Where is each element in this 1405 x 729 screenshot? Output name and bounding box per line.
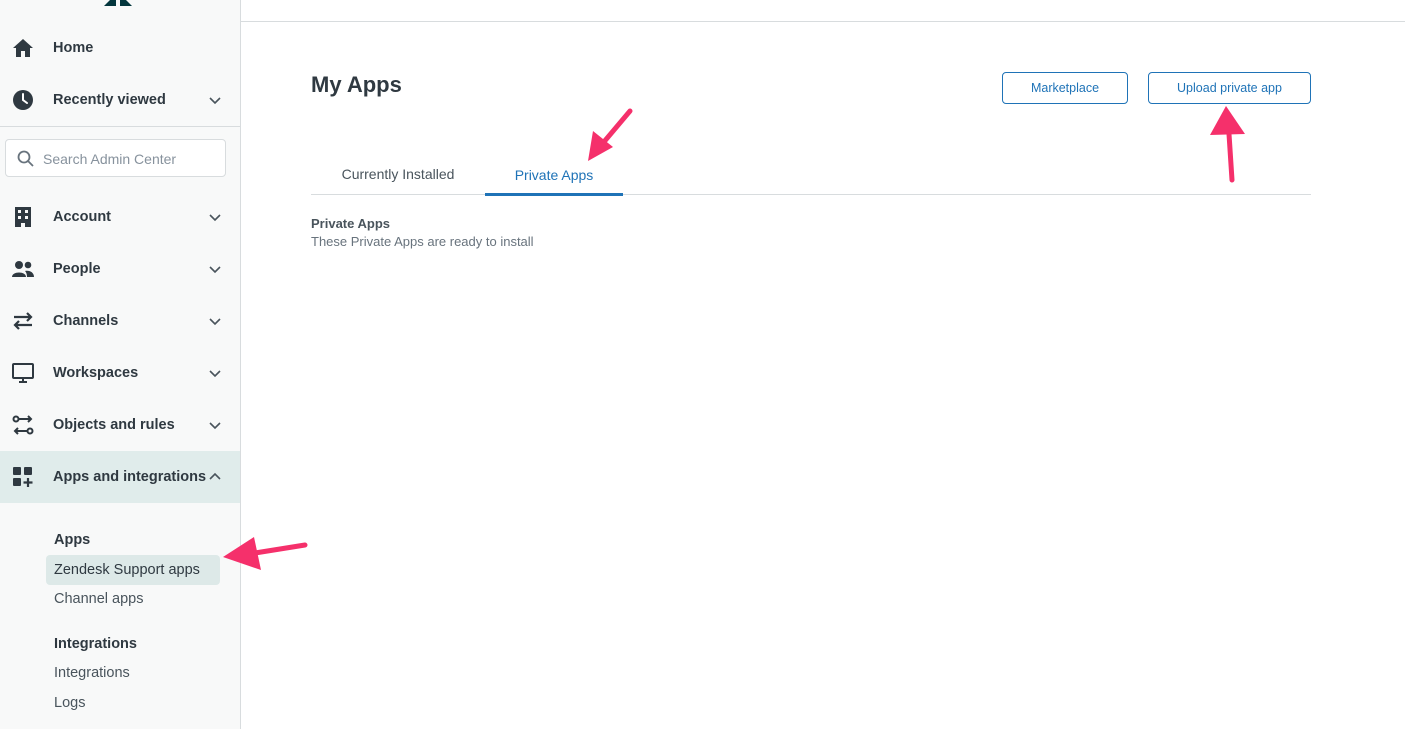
top-bar xyxy=(241,0,1405,22)
nav-item-account[interactable]: Account xyxy=(0,191,240,243)
apps-grid-icon xyxy=(13,467,33,487)
building-icon xyxy=(15,207,31,227)
chevron-up-icon xyxy=(209,472,221,480)
chevron-down-icon xyxy=(209,422,221,430)
arrows-exchange-icon xyxy=(13,312,33,330)
sidebar-divider xyxy=(0,126,240,127)
nav-item-workspaces[interactable]: Workspaces xyxy=(0,347,240,399)
nav-item-label: Workspaces xyxy=(53,365,139,381)
chevron-down-icon xyxy=(209,266,221,274)
sidebar-item-label: Zendesk Support apps xyxy=(54,562,200,578)
integrations-subheading: Integrations xyxy=(54,636,137,652)
page-title: My Apps xyxy=(311,72,402,97)
nav-item-label: People xyxy=(53,261,101,277)
chevron-down-icon xyxy=(209,318,221,326)
sidebar-item-zendesk-support-apps[interactable]: Zendesk Support apps xyxy=(46,555,220,585)
sidebar-item-logs[interactable]: Logs xyxy=(54,695,85,711)
apps-subheading: Apps xyxy=(54,532,91,548)
nav-item-label: Recently viewed xyxy=(53,92,166,108)
nav-item-people[interactable]: People xyxy=(0,243,240,295)
clock-icon xyxy=(13,90,33,110)
home-icon xyxy=(13,39,33,57)
nav-item-label: Apps and integrations xyxy=(53,469,207,485)
nav-item-label: Home xyxy=(53,40,94,56)
search-icon xyxy=(17,150,34,167)
sidebar-item-integrations[interactable]: Integrations xyxy=(54,665,130,681)
tab-currently-installed[interactable]: Currently Installed xyxy=(311,154,485,193)
chevron-down-icon xyxy=(209,214,221,222)
chevron-down-icon xyxy=(209,97,221,105)
app-tabs: Currently Installed Private Apps xyxy=(311,154,1311,196)
zendesk-logo[interactable] xyxy=(104,0,132,6)
section-title: Private Apps xyxy=(311,216,390,231)
sidebar-item-channel-apps[interactable]: Channel apps xyxy=(54,591,144,607)
admin-search[interactable] xyxy=(5,139,226,177)
sidebar: Home Recently viewed Account xyxy=(0,0,241,729)
marketplace-button[interactable]: Marketplace xyxy=(1002,72,1128,104)
chevron-down-icon xyxy=(209,370,221,378)
search-input[interactable] xyxy=(41,148,220,170)
monitor-icon xyxy=(12,363,34,383)
nav-item-label: Channels xyxy=(53,313,119,329)
nav-item-recently-viewed[interactable]: Recently viewed xyxy=(0,74,240,126)
nav-item-channels[interactable]: Channels xyxy=(0,295,240,347)
section-description: These Private Apps are ready to install xyxy=(311,234,534,249)
nav-item-label: Account xyxy=(53,209,111,225)
objects-rules-icon xyxy=(12,415,34,435)
nav-item-label: Objects and rules xyxy=(53,417,175,433)
people-icon xyxy=(12,261,34,277)
nav-item-apps-and-integrations[interactable]: Apps and integrations xyxy=(0,451,240,503)
nav-item-home[interactable]: Home xyxy=(0,22,240,74)
tab-private-apps[interactable]: Private Apps xyxy=(485,154,623,196)
upload-private-app-button[interactable]: Upload private app xyxy=(1148,72,1311,104)
nav-item-objects-and-rules[interactable]: Objects and rules xyxy=(0,399,240,451)
